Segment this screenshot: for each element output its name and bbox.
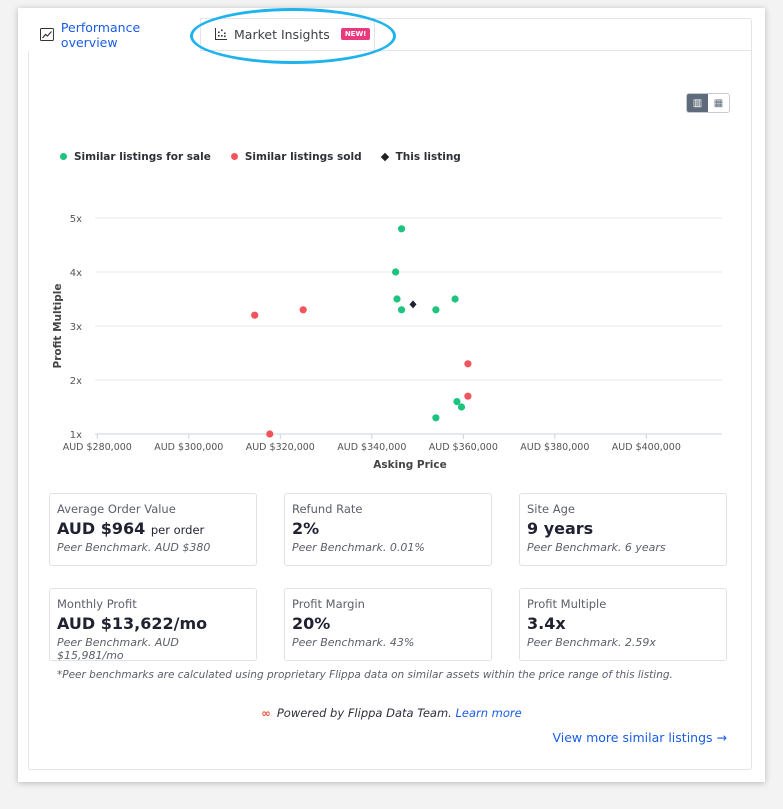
x-tick-label: AUD $280,000 xyxy=(63,442,132,453)
x-tick-label: AUD $340,000 xyxy=(337,442,406,453)
for-sale-point xyxy=(393,295,401,303)
stat-value: 3.4x xyxy=(527,614,566,633)
powered-text: Powered by Flippa Data Team. xyxy=(276,706,452,720)
y-axis-label: Profit Multiple xyxy=(52,284,64,369)
for-sale-point xyxy=(451,295,459,303)
x-tick-label: AUD $360,000 xyxy=(429,442,498,453)
stat-card-refund-rate: Refund Rate 2% Peer Benchmark. 0.01% xyxy=(284,493,492,566)
stat-benchmark: Peer Benchmark. AUD $15,981/mo xyxy=(57,636,179,662)
stat-benchmark: Peer Benchmark. AUD $380 xyxy=(57,541,211,554)
powered-by: ∞ Powered by Flippa Data Team. Learn more xyxy=(0,706,783,720)
stat-value: AUD $964 xyxy=(57,519,146,538)
for-sale-point xyxy=(397,306,406,314)
stat-card-profit-multiple: Profit Multiple 3.4x Peer Benchmark. 2.59x xyxy=(519,588,727,661)
stat-benchmark: Peer Benchmark. 43% xyxy=(292,636,415,649)
sold-point xyxy=(299,306,307,314)
stat-card-site-age: Site Age 9 years Peer Benchmark. 6 years xyxy=(519,493,727,566)
stat-label: Profit Multiple xyxy=(527,597,607,611)
footnote: *Peer benchmarks are calculated using pr… xyxy=(57,669,673,681)
x-tick-label: AUD $320,000 xyxy=(246,442,315,453)
stat-value: AUD $13,622/mo xyxy=(57,614,208,633)
stat-label: Profit Margin xyxy=(292,597,365,611)
for-sale-point xyxy=(457,403,466,411)
view-more-listings-link[interactable]: View more similar listings → xyxy=(552,730,727,745)
stat-label: Monthly Profit xyxy=(57,597,137,611)
stat-benchmark: Peer Benchmark. 6 years xyxy=(527,541,666,554)
stat-value: 20% xyxy=(292,614,331,633)
x-tick-label: AUD $300,000 xyxy=(154,442,223,453)
learn-more-link[interactable]: Learn more xyxy=(455,706,521,720)
scatter-chart: Asking Price Profit Multiple 1x 2x 3x 4x 5x A… xyxy=(52,214,722,471)
stat-suffix: per order xyxy=(150,523,205,537)
sold-point xyxy=(251,311,259,319)
y-tick-label: 5x xyxy=(70,214,82,225)
stat-benchmark: Peer Benchmark. 2.59x xyxy=(527,636,656,649)
sold-point xyxy=(464,360,472,368)
y-tick-label: 2x xyxy=(70,376,82,387)
x-tick-label: AUD $400,000 xyxy=(612,442,681,453)
this-listing-point xyxy=(409,300,417,309)
x-tick-label: AUD $380,000 xyxy=(520,442,589,453)
for-sale-point xyxy=(432,414,440,422)
stat-card-monthly-profit: Monthly Profit AUD $13,622/mo Peer Benchma… xyxy=(49,588,257,662)
sold-point xyxy=(266,430,274,438)
y-tick-label: 3x xyxy=(70,322,82,333)
x-axis-label: Asking Price xyxy=(373,459,446,471)
stat-label: Site Age xyxy=(527,502,575,516)
stat-card-profit-margin: Profit Margin 20% Peer Benchmark. 43% xyxy=(284,588,492,661)
stat-label: Refund Rate xyxy=(292,502,363,516)
for-sale-point xyxy=(432,306,440,314)
for-sale-point xyxy=(392,268,400,276)
stat-label: Average Order Value xyxy=(57,502,176,516)
stat-value: 9 years xyxy=(527,519,594,538)
flippa-logo-icon: ∞ xyxy=(261,706,271,720)
for-sale-point xyxy=(397,225,406,233)
stat-card-average-order-value: Average Order Value AUD $964 per order Pee… xyxy=(49,493,257,566)
sold-point xyxy=(464,392,472,400)
y-tick-label: 4x xyxy=(70,268,82,279)
stat-benchmark: Peer Benchmark. 0.01% xyxy=(292,541,425,554)
stat-value: 2% xyxy=(292,519,320,538)
y-tick-label: 1x xyxy=(70,430,82,441)
